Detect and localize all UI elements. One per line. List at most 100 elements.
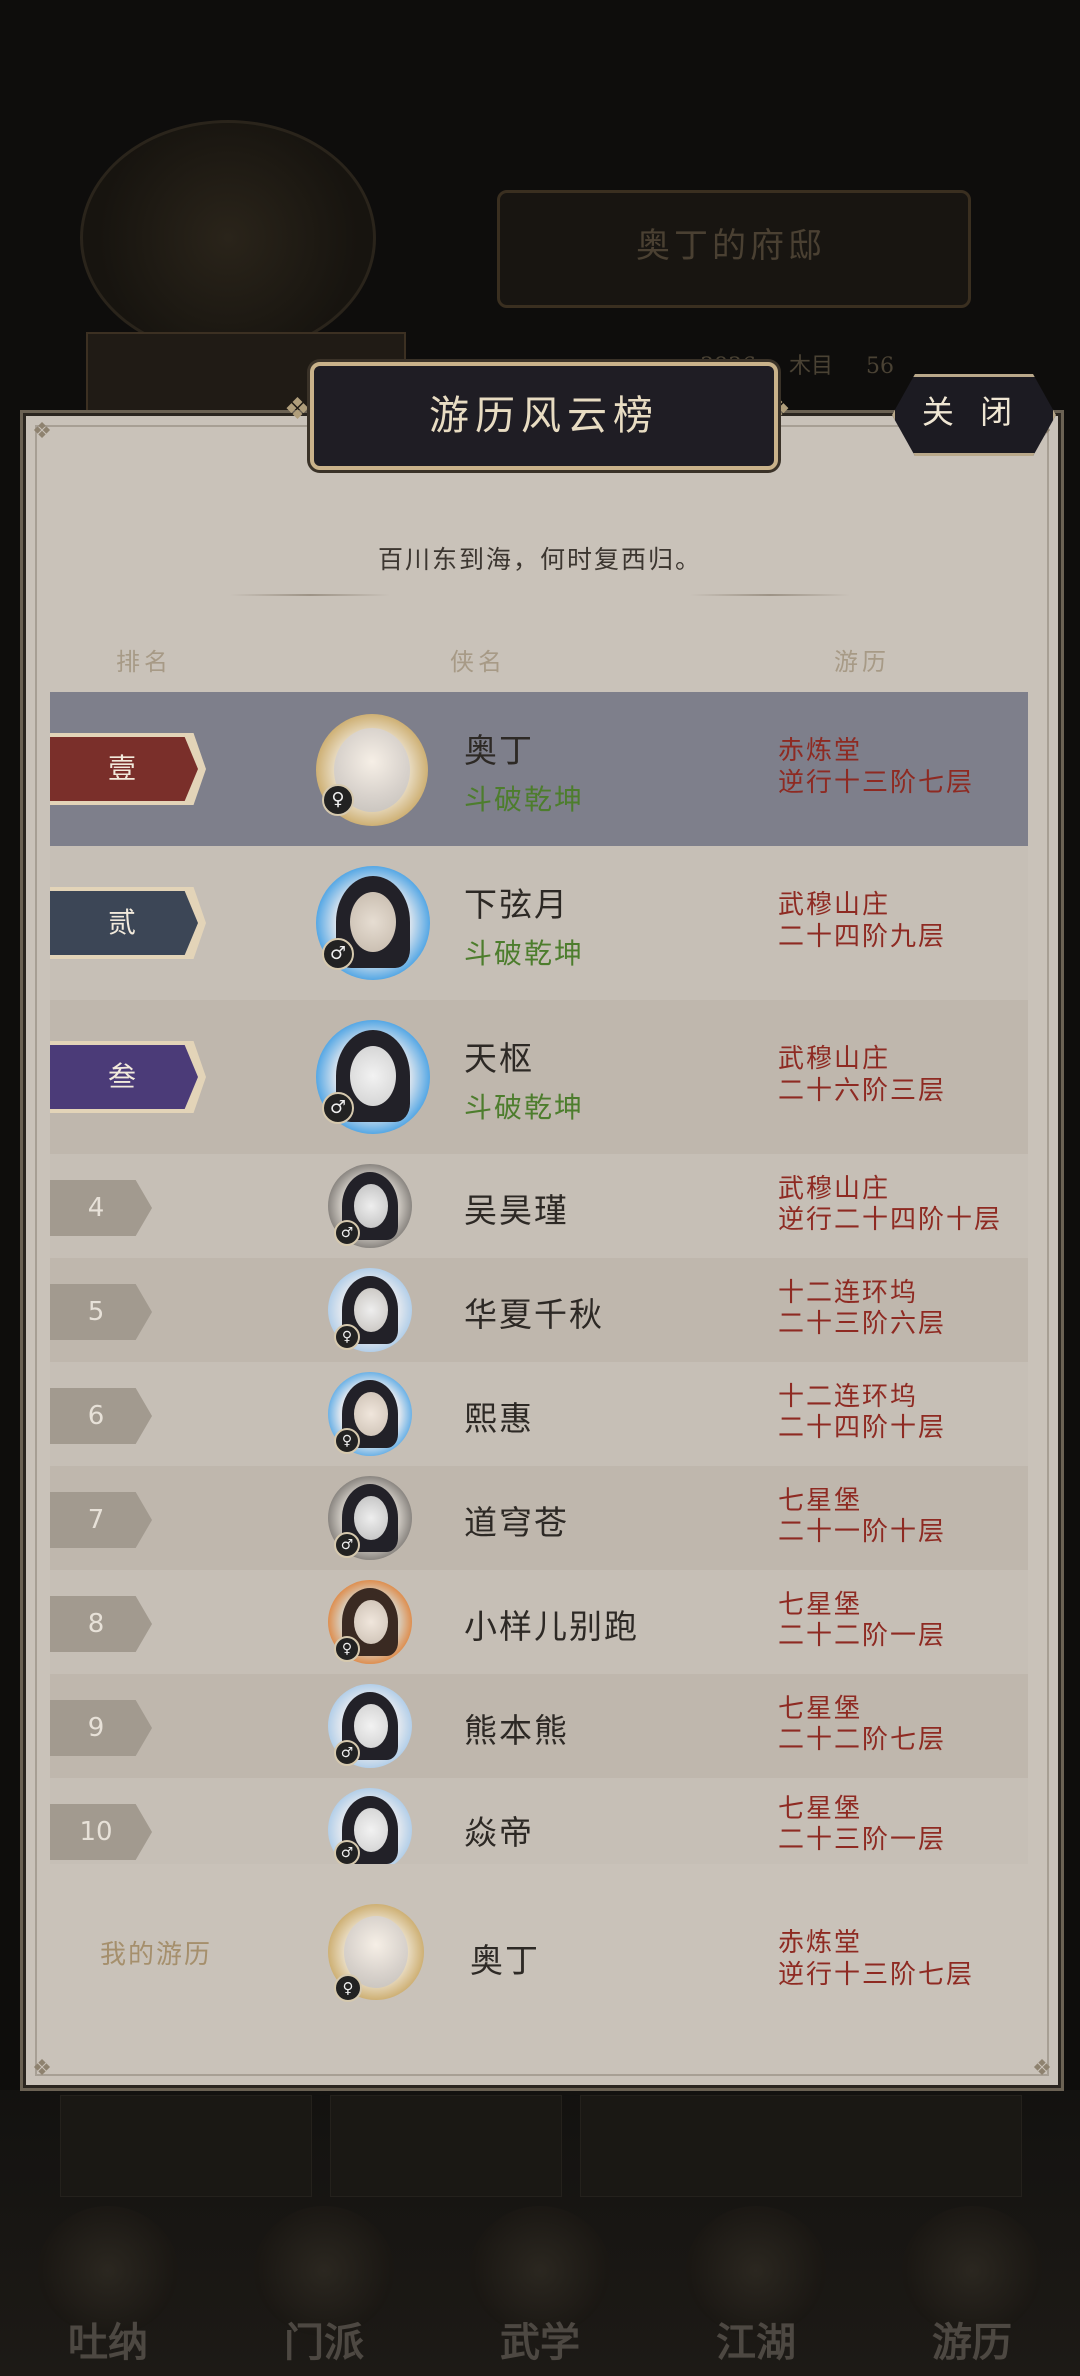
ranking-row[interactable]: 5 ♀ 华夏千秋 十二连环坞 二十三阶六层 <box>50 1258 1028 1362</box>
my-record-label: 我的游历 <box>100 1940 213 1970</box>
male-gender-icon: ♂ <box>322 938 354 970</box>
tab-sect[interactable]: 门派 <box>234 2196 414 2376</box>
hero-name: 道穹苍 <box>464 1503 569 1542</box>
female-gender-icon: ♀ <box>334 1324 360 1350</box>
background-block <box>580 2095 1022 2197</box>
ranking-row[interactable]: 8 ♀ 小样儿别跑 七星堡 二十二阶一层 <box>50 1570 1028 1674</box>
rank-number: 6 <box>87 1401 105 1431</box>
male-gender-icon: ♂ <box>334 1840 360 1864</box>
ranking-row[interactable]: 9 ♂ 熊本熊 七星堡 二十二阶七层 <box>50 1674 1028 1778</box>
ranking-row[interactable]: 7 ♂ 道穹苍 七星堡 二十一阶十层 <box>50 1466 1028 1570</box>
hero-name: 吴昊瑾 <box>464 1191 569 1230</box>
portrait <box>350 1046 396 1106</box>
journey-place: 十二连环坞 <box>778 1278 919 1308</box>
journey-progress: 二十四阶十层 <box>778 1413 947 1443</box>
ranking-row[interactable]: 4 ♂ 吴昊瑾 武穆山庄 逆行二十四阶十层 <box>50 1154 1028 1258</box>
journey-progress: 逆行二十四阶十层 <box>778 1205 1003 1235</box>
tab-label: 江湖 <box>716 2319 796 2366</box>
portrait <box>350 892 396 952</box>
ranking-row[interactable]: 6 ♀ 熙惠 十二连环坞 二十四阶十层 <box>50 1362 1028 1466</box>
journey-place: 赤炼堂 <box>778 736 863 766</box>
portrait <box>354 1704 388 1748</box>
tab-martial-arts[interactable]: 武学 <box>450 2196 630 2376</box>
title-ornament-left: ❖ <box>284 392 311 427</box>
male-gender-icon: ♂ <box>334 1220 360 1246</box>
rank-number: 5 <box>87 1297 105 1327</box>
ranking-row[interactable]: 贰 ♂ 下弦月 斗破乾坤 武穆山庄 二十四阶九层 <box>50 846 1028 1000</box>
female-gender-icon: ♀ <box>334 1428 360 1454</box>
journey-progress: 二十二阶七层 <box>778 1725 947 1755</box>
rank-label: 叁 <box>107 1060 136 1093</box>
background-block <box>60 2095 312 2197</box>
female-gender-icon: ♀ <box>334 1974 362 2002</box>
tab-label: 武学 <box>500 2319 580 2366</box>
hero-realm: 斗破乾坤 <box>464 1091 585 1124</box>
header-hero-name: 侠名 <box>450 648 506 676</box>
hero-name: 下弦月 <box>464 885 569 924</box>
male-gender-icon: ♂ <box>334 1532 360 1558</box>
journey-progress: 逆行十三阶七层 <box>778 768 975 798</box>
tab-label: 游历 <box>932 2319 1012 2366</box>
background-block <box>330 2095 562 2197</box>
close-button-label[interactable]: 关 闭 <box>892 374 1050 450</box>
tab-jianghu[interactable]: 江湖 <box>666 2196 846 2376</box>
rank-number: 10 <box>79 1817 113 1847</box>
header-journey: 游历 <box>834 648 890 676</box>
rank-number: 7 <box>87 1505 105 1535</box>
journey-progress: 二十六阶三层 <box>778 1076 947 1106</box>
hero-name: 焱帝 <box>464 1813 534 1852</box>
journey-place: 七星堡 <box>778 1590 863 1620</box>
my-journey-progress: 逆行十三阶七层 <box>778 1960 975 1990</box>
motto-divider-left <box>230 594 390 596</box>
portrait <box>354 1496 388 1540</box>
rank-number: 8 <box>87 1609 105 1639</box>
motto-divider-right <box>690 594 850 596</box>
hero-realm: 斗破乾坤 <box>464 783 585 816</box>
my-record-row[interactable]: 我的游历 ♀ 奥丁 赤炼堂 逆行十三阶七层 <box>50 1878 1028 2034</box>
journey-progress: 二十三阶六层 <box>778 1309 947 1339</box>
journey-progress: 二十一阶十层 <box>778 1517 947 1547</box>
ranking-row[interactable]: 10 ♂ 焱帝 七星堡 二十三阶一层 <box>50 1778 1028 1864</box>
header-rank: 排名 <box>116 648 172 676</box>
ranking-row[interactable]: 叁 ♂ 天枢 斗破乾坤 武穆山庄 二十六阶三层 <box>50 1000 1028 1154</box>
my-name: 奥丁 <box>470 1941 540 1980</box>
journey-place: 十二连环坞 <box>778 1382 919 1412</box>
journey-place: 武穆山庄 <box>778 1044 891 1074</box>
stat-value: 56 <box>866 354 895 379</box>
mansion-emblem <box>80 120 376 356</box>
ranking-row[interactable]: 壹 ♀ 奥丁 斗破乾坤 赤炼堂 逆行十三阶七层 <box>50 692 1028 846</box>
hero-name: 奥丁 <box>464 731 534 770</box>
journey-progress: 二十四阶九层 <box>778 922 947 952</box>
my-journey-place: 赤炼堂 <box>778 1928 863 1958</box>
portrait <box>354 1600 388 1644</box>
journey-place: 七星堡 <box>778 1486 863 1516</box>
corner-ornament: ❖ <box>32 419 52 444</box>
female-gender-icon: ♀ <box>322 784 354 816</box>
hero-name: 熊本熊 <box>464 1711 569 1750</box>
dialog-title: 游历风云榜 <box>429 393 659 439</box>
journey-place: 武穆山庄 <box>778 1174 891 1204</box>
portrait <box>354 1184 388 1228</box>
hero-name: 小样儿别跑 <box>464 1607 639 1646</box>
hero-name: 华夏千秋 <box>464 1295 604 1334</box>
journey-place: 七星堡 <box>778 1794 863 1824</box>
male-gender-icon: ♂ <box>322 1092 354 1124</box>
portrait <box>354 1808 388 1852</box>
journey-progress: 二十二阶一层 <box>778 1621 947 1651</box>
tab-label: 吐纳 <box>68 2319 148 2366</box>
rank-number: 9 <box>87 1713 105 1743</box>
mansion-title: 奥丁的府邸 <box>636 226 826 266</box>
portrait <box>354 1288 388 1332</box>
hero-realm: 斗破乾坤 <box>464 937 585 970</box>
tab-travel[interactable]: 游历 <box>882 2196 1062 2376</box>
hero-name: 天枢 <box>464 1039 534 1078</box>
portrait <box>354 1392 388 1436</box>
journey-progress: 二十三阶一层 <box>778 1825 947 1855</box>
female-gender-icon: ♀ <box>334 1636 360 1662</box>
bottom-tab-bar: 吐纳 门派 武学 江湖 游历 <box>0 2196 1080 2376</box>
male-gender-icon: ♂ <box>334 1740 360 1766</box>
tab-tuna[interactable]: 吐纳 <box>18 2196 198 2376</box>
rank-label: 壹 <box>107 752 136 785</box>
corner-ornament: ❖ <box>32 2056 52 2081</box>
journey-place: 七星堡 <box>778 1694 863 1724</box>
